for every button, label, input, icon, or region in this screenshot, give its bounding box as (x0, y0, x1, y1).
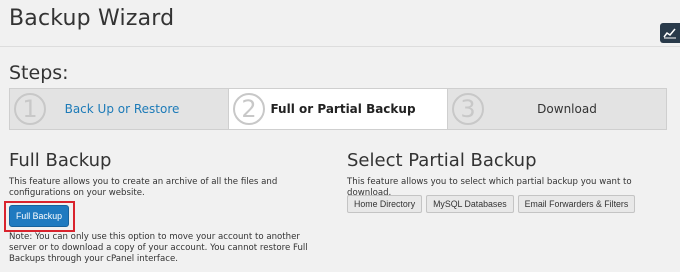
header-divider (0, 46, 680, 47)
step-3: 3 Download (448, 89, 666, 129)
steps-heading: Steps: (9, 62, 69, 84)
partial-backup-title: Select Partial Backup (347, 150, 537, 171)
full-backup-description: This feature allows you to create an arc… (9, 177, 278, 198)
steps-bar: 1 Back Up or Restore 2 Full or Partial B… (9, 88, 667, 130)
mysql-databases-button[interactable]: MySQL Databases (426, 195, 514, 213)
email-forwarders-filters-button[interactable]: Email Forwarders & Filters (517, 195, 636, 213)
home-directory-button[interactable]: Home Directory (347, 195, 423, 213)
full-backup-note: Note: You can only use this option to mo… (9, 232, 308, 264)
step-2-label: Full or Partial Backup (270, 102, 416, 116)
partial-backup-buttons: Home Directory MySQL Databases Email For… (347, 195, 636, 213)
chart-icon (663, 28, 676, 39)
page-title: Backup Wizard (9, 6, 175, 31)
stats-button[interactable] (660, 23, 680, 43)
step-3-label: Download (537, 102, 597, 116)
full-backup-title: Full Backup (9, 150, 112, 171)
step-1-link[interactable]: Back Up or Restore (10, 102, 228, 116)
step-2: 2 Full or Partial Backup (229, 89, 448, 129)
full-backup-button[interactable]: Full Backup (9, 205, 69, 227)
step-1[interactable]: 1 Back Up or Restore (10, 89, 229, 129)
